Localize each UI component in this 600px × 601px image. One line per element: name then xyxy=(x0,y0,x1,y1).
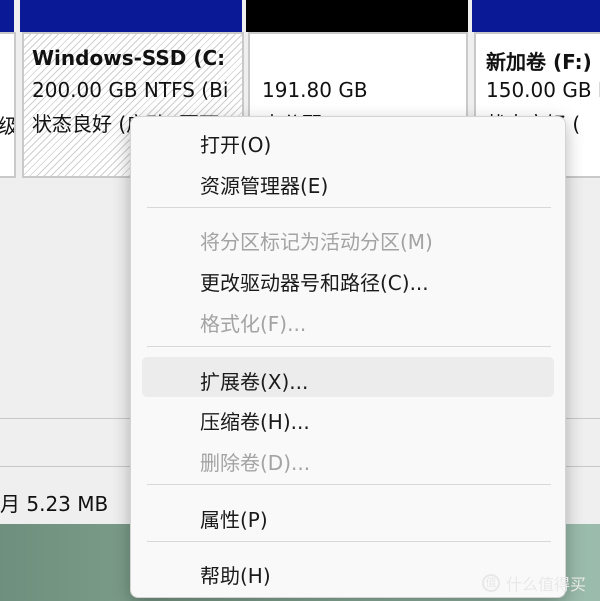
partition-name: 新加卷 (F:) xyxy=(486,50,592,74)
menu-separator xyxy=(147,346,551,347)
partition-bar-left xyxy=(0,0,14,32)
menu-item-change-drive-letter[interactable]: 更改驱动器号和路径(C)... xyxy=(200,267,429,296)
partition-size: 150.00 GB N xyxy=(486,78,600,102)
partition-size: 191.80 GB xyxy=(262,78,368,102)
partition-left-stub[interactable]: 级 xyxy=(0,32,16,178)
partition-bar-c xyxy=(20,0,242,32)
watermark-text: 什么值得买 xyxy=(505,575,586,594)
menu-item-mark-active[interactable]: 将分区标记为活动分区(M) xyxy=(200,226,433,255)
menu-item-extend-volume[interactable]: 扩展卷(X)... xyxy=(200,366,308,395)
watermark: 值 什么值得买 xyxy=(481,571,586,595)
partition-size: 200.00 GB NTFS (Bi xyxy=(32,78,229,102)
unallocated-bar xyxy=(246,0,468,32)
menu-separator xyxy=(147,484,551,485)
menu-item-format[interactable]: 格式化(F)... xyxy=(200,308,306,337)
bottom-info: 月 5.23 MB xyxy=(0,492,109,516)
menu-item-explorer[interactable]: 资源管理器(E) xyxy=(200,170,328,199)
partition-left-status: 级 xyxy=(0,110,14,139)
partition-name: Windows-SSD (C: xyxy=(32,46,226,70)
menu-item-help[interactable]: 帮助(H) xyxy=(200,560,271,589)
menu-item-shrink-volume[interactable]: 压缩卷(H)... xyxy=(200,406,310,435)
watermark-logo-icon: 值 xyxy=(481,574,500,592)
menu-item-open[interactable]: 打开(O) xyxy=(200,129,271,158)
menu-item-properties[interactable]: 属性(P) xyxy=(200,504,268,533)
menu-item-delete-volume[interactable]: 删除卷(D)... xyxy=(200,447,310,476)
menu-separator xyxy=(147,207,551,208)
context-menu: 打开(O) 资源管理器(E) 将分区标记为活动分区(M) 更改驱动器号和路径(C… xyxy=(130,116,566,598)
menu-separator xyxy=(147,541,551,542)
partition-bar-f xyxy=(472,0,600,32)
